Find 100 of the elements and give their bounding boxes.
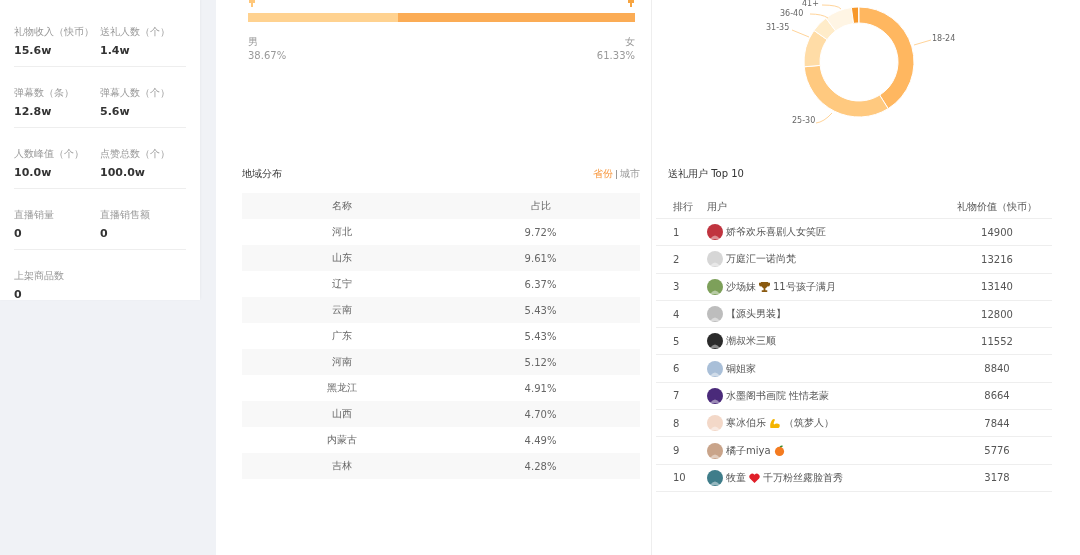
trophy-icon: [759, 281, 770, 293]
rank-number: 3: [672, 281, 681, 293]
avatar-icon: [707, 360, 723, 377]
user-name: 寒冰伯乐: [726, 416, 766, 431]
age-label: 25-30: [792, 116, 816, 125]
avatar-icon: [707, 387, 723, 404]
user-name: 牧童: [726, 470, 746, 485]
table-cell-text: 山东: [330, 251, 353, 265]
rank-number: 10: [672, 472, 687, 484]
stat-value: 12.8w: [14, 105, 53, 118]
user-name: 潮叔米三顺: [726, 334, 776, 349]
heart-icon: [749, 472, 760, 483]
gender-label: 女: [625, 35, 635, 49]
leader-line: [815, 112, 833, 124]
card-title: 地域分布: [242, 167, 282, 181]
gender-label: 男: [248, 35, 259, 49]
rank-number: 7: [672, 390, 681, 402]
scope-tab[interactable]: 城市: [620, 167, 640, 181]
leader-line: [791, 29, 810, 38]
gift-value: 7844: [983, 417, 1011, 429]
flexed-arm-icon: [769, 417, 781, 429]
table-cell-text: 9.61%: [523, 252, 558, 264]
card-title: 送礼用户 Top 10: [667, 167, 745, 181]
table-cell-text: 4.49%: [523, 434, 558, 446]
age-label: 36-40: [780, 9, 804, 18]
rank-number: 5: [672, 335, 681, 347]
rank-number: 1: [672, 226, 681, 238]
table-cell-text: 4.28%: [523, 460, 558, 472]
stat-label: 礼物收入（快币）: [14, 25, 95, 39]
avatar-icon: [707, 306, 723, 323]
user-name-suffix: 千万粉丝露脸首秀: [763, 470, 843, 485]
table-cell-text: 4.91%: [523, 382, 558, 394]
stat-label: 送礼人数（个）: [100, 25, 171, 39]
age-label: 41+: [802, 0, 819, 8]
person-icon: [627, 0, 635, 7]
user-name: 娇爷欢乐喜剧人女笑匠: [726, 225, 826, 240]
table-cell-text: 河北: [330, 225, 353, 239]
avatar-icon: [707, 278, 723, 295]
user-name: 沙场妹: [726, 279, 756, 294]
gift-value: 13140: [980, 281, 1014, 293]
avatar-icon: [707, 469, 723, 486]
column-header: 礼物价值（快币）: [956, 200, 1038, 214]
user-name: 橘子miya: [726, 443, 771, 458]
stat-value: 5.6w: [100, 105, 131, 118]
person-icon: [248, 0, 256, 7]
column-header: 排行: [672, 200, 694, 214]
user-name-suffix: 11号孩子满月: [773, 279, 836, 294]
table-cell-text: 云南: [330, 303, 353, 317]
gender-percent: 38.67%: [248, 50, 287, 61]
user-name: 水墨阁书画院 性情老蒙: [726, 388, 830, 403]
table-cell-text: 河南: [330, 355, 353, 369]
stat-value: 15.6w: [14, 44, 53, 57]
column-header: 占比: [529, 199, 552, 213]
avatar-icon: [707, 224, 723, 241]
leader-line: [821, 4, 842, 10]
gift-value: 12800: [980, 308, 1014, 320]
rank-number: 4: [672, 308, 681, 320]
user-name: 铜姐家: [726, 361, 756, 376]
table-cell-text: 5.43%: [523, 304, 558, 316]
user-name-suffix: （筑梦人）: [784, 416, 834, 431]
avatar-icon: [707, 442, 723, 459]
rank-number: 6: [672, 363, 681, 375]
age-label: 18-24: [932, 34, 956, 43]
gift-value: 8840: [983, 363, 1011, 375]
table-cell-text: 黑龙江: [325, 381, 358, 395]
rank-number: 8: [672, 417, 681, 429]
table-cell-text: 6.37%: [523, 278, 558, 290]
avatar-icon: [707, 251, 723, 268]
stat-label: 弹幕人数（个）: [100, 86, 171, 100]
stat-value: 100.0w: [100, 166, 146, 179]
rank-number: 9: [672, 445, 681, 456]
fruit-icon: [773, 445, 785, 456]
scope-tab[interactable]: 省份: [593, 167, 613, 181]
rank-number: 2: [672, 253, 681, 265]
column-header: 名称: [330, 199, 353, 213]
stat-value: 0: [100, 227, 109, 240]
table-cell-text: 5.43%: [523, 330, 558, 342]
gift-value: 8664: [983, 390, 1011, 402]
stat-label: 直播销量: [14, 208, 55, 222]
column-header: 用户: [707, 200, 728, 214]
stat-label: 点赞总数（个）: [100, 147, 171, 161]
table-cell-text: 吉林: [330, 459, 353, 473]
gender-percent: 61.33%: [596, 50, 635, 61]
gift-value: 5776: [983, 445, 1011, 456]
stat-label: 弹幕数（条）: [14, 86, 75, 100]
user-name: 万庭汇一诺尚梵: [726, 252, 796, 267]
stat-label: 人数峰值（个）: [14, 147, 85, 161]
avatar-icon: [707, 415, 723, 432]
table-cell-text: 9.72%: [523, 226, 558, 238]
user-name: 【源头男装】: [726, 307, 786, 322]
stat-label: 直播销售额: [100, 208, 151, 222]
gift-value: 13216: [980, 253, 1014, 265]
gift-value: 3178: [983, 472, 1011, 484]
gift-value: 11552: [980, 335, 1014, 347]
stat-value: 0: [14, 227, 23, 240]
leader-line: [913, 39, 932, 46]
table-cell-text: 5.12%: [523, 356, 558, 368]
avatar-icon: [707, 333, 723, 350]
stat-value: 10.0w: [14, 166, 53, 179]
stat-value: 0: [14, 288, 23, 301]
